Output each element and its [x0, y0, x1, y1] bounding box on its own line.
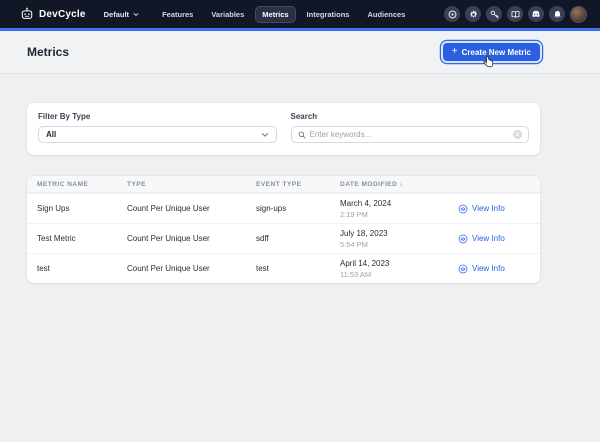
view-info-link[interactable]: View Info: [458, 264, 530, 274]
type-cell: Count Per Unique User: [127, 264, 256, 273]
main-content: Filter By Type All Search: [0, 103, 600, 283]
filter-by-type-label: Filter By Type: [38, 112, 277, 121]
date-value: March 4, 2024: [340, 199, 458, 208]
table-row[interactable]: Sign Ups Count Per Unique User sign-ups …: [27, 193, 540, 223]
filter-card: Filter By Type All Search: [27, 103, 540, 155]
metric-name-cell: Test Metric: [37, 234, 127, 243]
date-modified-cell: April 14, 2023 11:53 AM: [340, 259, 458, 279]
metrics-table: Metric Name Type Event Type Date Modifie…: [27, 176, 540, 283]
chevron-down-icon: [261, 132, 269, 138]
event-type-cell: sdff: [256, 234, 340, 243]
notifications-bell-icon[interactable]: [549, 6, 565, 22]
search-icon: [298, 131, 306, 139]
brand-logo[interactable]: DevCycle: [20, 7, 86, 21]
chevron-down-icon: [133, 12, 139, 17]
user-avatar[interactable]: [570, 6, 587, 23]
project-selector[interactable]: Default: [104, 10, 139, 19]
table-row[interactable]: Test Metric Count Per Unique User sdff J…: [27, 223, 540, 253]
metric-name-cell: Sign Ups: [37, 204, 127, 213]
date-value: July 18, 2023: [340, 229, 458, 238]
date-modified-cell: March 4, 2024 2:19 PM: [340, 199, 458, 219]
brand-name: DevCycle: [39, 9, 86, 20]
create-button-label: Create New Metric: [462, 48, 531, 57]
discord-icon[interactable]: [528, 6, 544, 22]
plus-icon: +: [452, 47, 458, 57]
create-new-metric-button[interactable]: + Create New Metric: [443, 43, 540, 61]
column-header-metric-name[interactable]: Metric Name: [37, 181, 127, 188]
api-key-icon[interactable]: [486, 6, 502, 22]
nav-item-metrics[interactable]: Metrics: [255, 6, 295, 23]
top-navbar: DevCycle Default Features Variables Metr…: [0, 0, 600, 28]
project-name: Default: [104, 10, 129, 19]
sort-descending-icon: ↓: [399, 181, 403, 188]
status-icon[interactable]: [444, 6, 460, 22]
settings-gear-icon[interactable]: [465, 6, 481, 22]
page-header: Metrics + Create New Metric: [0, 31, 600, 74]
time-value: 11:53 AM: [340, 270, 458, 279]
metric-name-cell: test: [37, 264, 127, 273]
time-value: 2:19 PM: [340, 210, 458, 219]
view-info-label: View Info: [472, 264, 505, 273]
page-title: Metrics: [27, 45, 69, 59]
date-value: April 14, 2023: [340, 259, 458, 268]
view-info-link[interactable]: View Info: [458, 234, 530, 244]
type-cell: Count Per Unique User: [127, 204, 256, 213]
eye-icon: [458, 234, 468, 244]
type-filter-select[interactable]: All: [38, 126, 277, 143]
view-info-label: View Info: [472, 204, 505, 213]
nav-item-variables[interactable]: Variables: [204, 6, 251, 23]
column-header-type[interactable]: Type: [127, 181, 256, 188]
search-label: Search: [291, 112, 530, 121]
view-info-label: View Info: [472, 234, 505, 243]
view-info-link[interactable]: View Info: [458, 204, 530, 214]
column-header-event-type[interactable]: Event Type: [256, 181, 340, 188]
devcycle-robot-icon: [20, 7, 34, 21]
docs-book-icon[interactable]: [507, 6, 523, 22]
nav-item-audiences[interactable]: Audiences: [360, 6, 412, 23]
nav-item-integrations[interactable]: Integrations: [300, 6, 357, 23]
date-modified-cell: July 18, 2023 5:54 PM: [340, 229, 458, 249]
table-header-row: Metric Name Type Event Type Date Modifie…: [27, 176, 540, 193]
nav-links: Features Variables Metrics Integrations …: [155, 6, 412, 23]
nav-utility-icons: [444, 6, 587, 23]
eye-icon: [458, 264, 468, 274]
type-cell: Count Per Unique User: [127, 234, 256, 243]
app-window: DevCycle Default Features Variables Metr…: [0, 0, 600, 442]
eye-icon: [458, 204, 468, 214]
event-type-cell: test: [256, 264, 340, 273]
filter-by-type-group: Filter By Type All: [38, 112, 277, 143]
column-header-date-modified[interactable]: Date Modified ↓: [340, 181, 458, 188]
search-group: Search: [291, 112, 530, 143]
search-box: [291, 126, 530, 143]
clear-search-icon[interactable]: [513, 130, 522, 139]
type-filter-value: All: [46, 130, 56, 139]
event-type-cell: sign-ups: [256, 204, 340, 213]
nav-item-features[interactable]: Features: [155, 6, 200, 23]
time-value: 5:54 PM: [340, 240, 458, 249]
search-input[interactable]: [310, 130, 510, 139]
table-row[interactable]: test Count Per Unique User test April 14…: [27, 253, 540, 283]
